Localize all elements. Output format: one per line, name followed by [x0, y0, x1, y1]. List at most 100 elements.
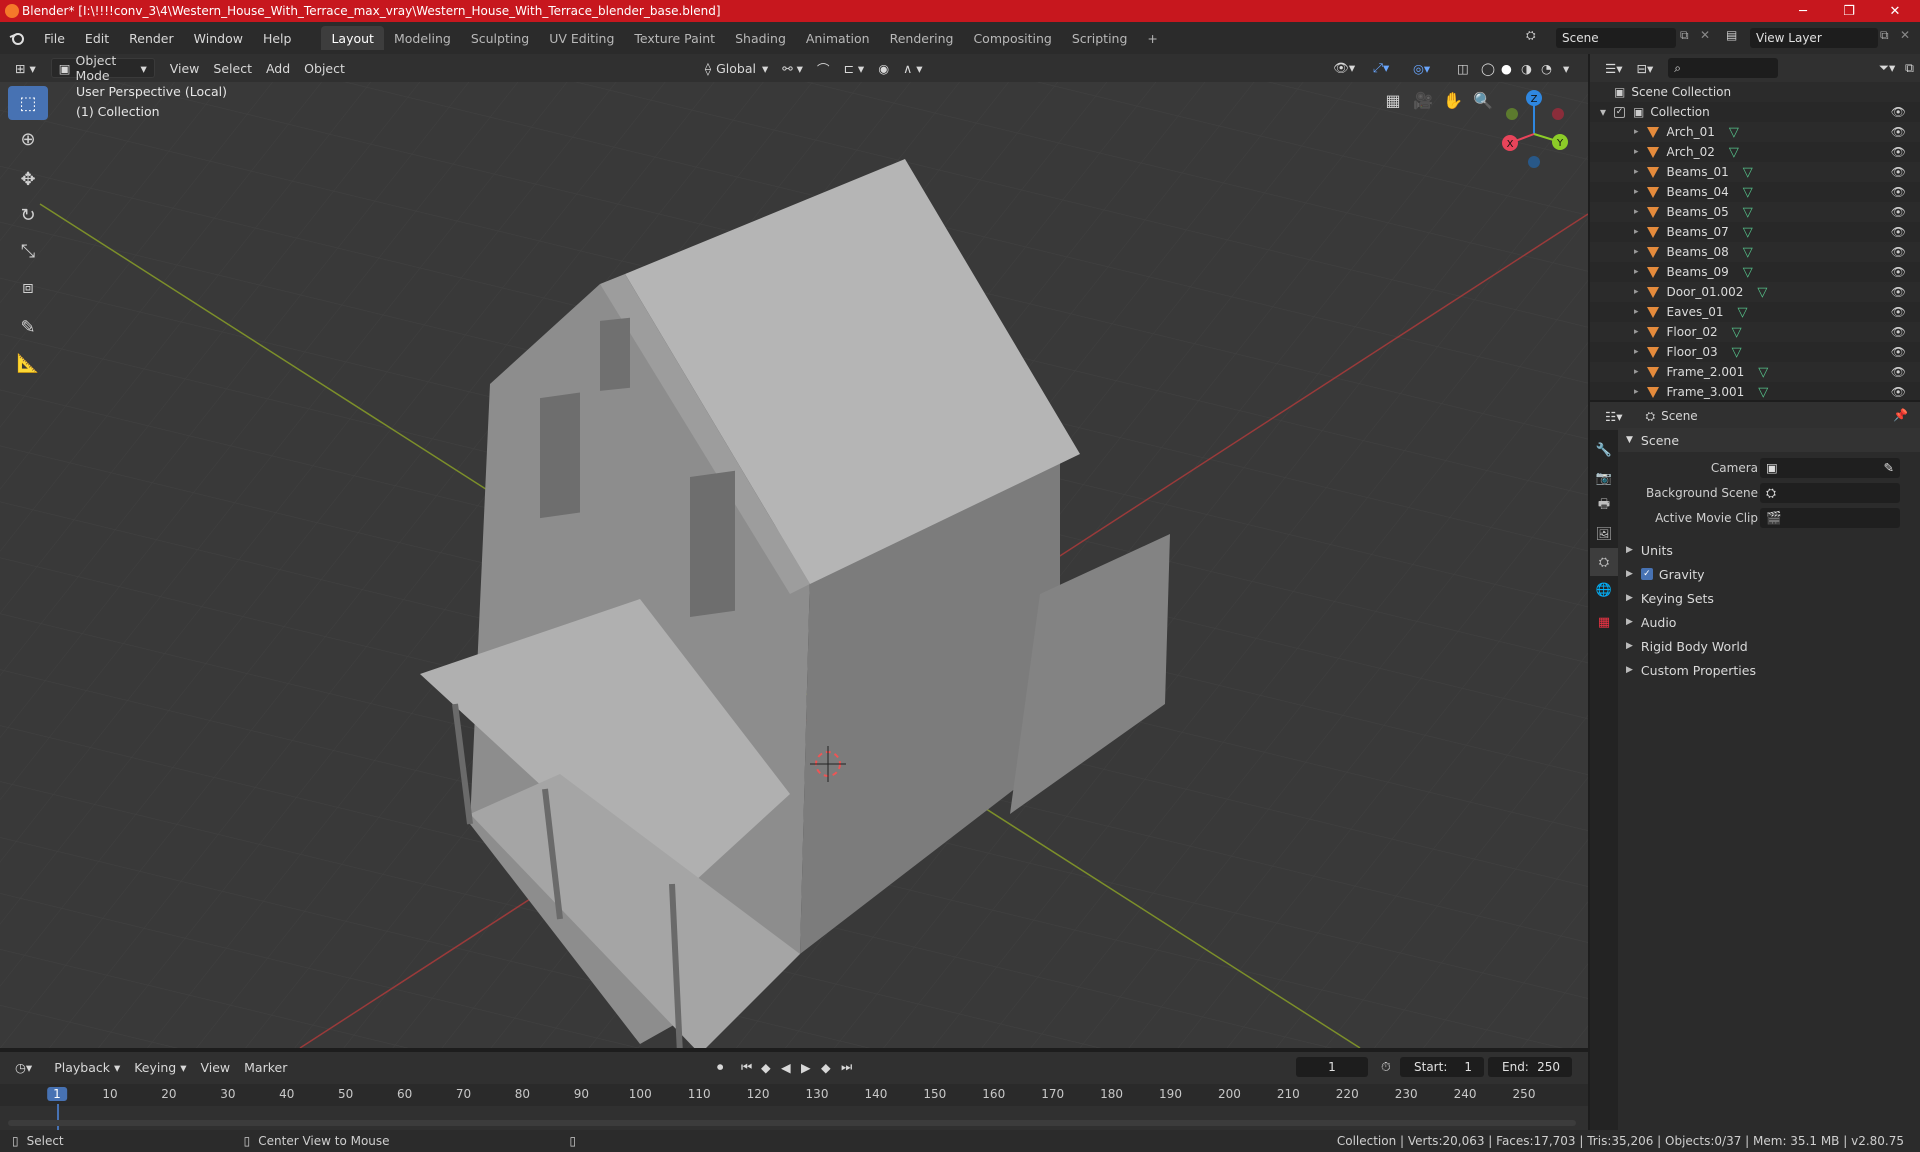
- outliner-item[interactable]: ▸ Floor_03 ▽ 👁: [1590, 342, 1920, 362]
- view-layer-selector[interactable]: View Layer: [1750, 28, 1878, 48]
- outliner-item[interactable]: ▸ Beams_05 ▽ 👁: [1590, 202, 1920, 222]
- scene-collection-row[interactable]: ▣ Scene Collection: [1590, 82, 1920, 102]
- expand-arrow-icon[interactable]: ▸: [1634, 267, 1639, 277]
- tab-shading[interactable]: Shading: [725, 26, 796, 50]
- texture-tab-icon[interactable]: ▦: [1590, 608, 1618, 636]
- gravity-checkbox[interactable]: ✓: [1640, 568, 1653, 580]
- view-layer-tab-icon[interactable]: 🖼: [1590, 520, 1618, 548]
- menu-edit[interactable]: Edit: [75, 22, 119, 54]
- timeline-ruler[interactable]: 1 10 20 30 40 50 60 70 80 90 100 110 120 130 140 150 160…: [0, 1084, 1588, 1130]
- tool-tab-icon[interactable]: 🔧: [1590, 436, 1618, 464]
- menu-timeline-view[interactable]: View: [193, 1057, 237, 1077]
- xray-toggle-icon[interactable]: ◫: [1450, 58, 1476, 78]
- expand-arrow-icon[interactable]: ▾: [1600, 105, 1606, 119]
- expand-arrow-icon[interactable]: ▸: [1634, 367, 1639, 377]
- visibility-eye-icon[interactable]: 👁: [1891, 125, 1906, 139]
- visibility-eye-icon[interactable]: 👁: [1891, 185, 1906, 199]
- expand-arrow-icon[interactable]: ▸: [1634, 247, 1639, 257]
- current-frame-marker[interactable]: 1: [47, 1087, 67, 1101]
- visibility-eye-icon[interactable]: 👁: [1891, 245, 1906, 259]
- playhead-line[interactable]: [57, 1104, 59, 1130]
- mesh-data-icon[interactable]: ▽: [1729, 145, 1739, 160]
- scene-tab-icon[interactable]: ⛭: [1590, 548, 1618, 576]
- outliner-item[interactable]: ▸ Frame_3.001 ▽ 👁: [1590, 382, 1920, 402]
- falloff-icon[interactable]: ∧ ▾: [896, 58, 929, 78]
- eyedropper-icon[interactable]: ✎: [1884, 460, 1894, 475]
- mesh-data-icon[interactable]: ▽: [1743, 225, 1753, 240]
- pin-icon[interactable]: 📌: [1893, 408, 1908, 422]
- snap-icon[interactable]: ⌒: [810, 58, 837, 78]
- start-frame-field[interactable]: Start: 1: [1400, 1057, 1484, 1077]
- outliner-search-input[interactable]: ⌕: [1668, 58, 1779, 78]
- shading-options-icon[interactable]: ▾: [1556, 58, 1576, 78]
- visibility-eye-icon[interactable]: 👁: [1891, 385, 1906, 399]
- mesh-data-icon[interactable]: ▽: [1758, 385, 1768, 400]
- menu-add[interactable]: Add: [259, 58, 297, 78]
- tab-texture-paint[interactable]: Texture Paint: [624, 26, 725, 50]
- menu-help[interactable]: Help: [253, 22, 302, 54]
- mesh-data-icon[interactable]: ▽: [1743, 265, 1753, 280]
- visibility-icon[interactable]: 👁▾: [1326, 58, 1362, 78]
- scene-panel-header[interactable]: ▼ Scene: [1618, 428, 1920, 452]
- transform-tool-icon[interactable]: ⧈: [8, 270, 48, 304]
- visibility-eye-icon[interactable]: 👁: [1891, 145, 1906, 159]
- collection-checkbox[interactable]: ✓: [1614, 106, 1626, 118]
- add-workspace-button[interactable]: +: [1137, 26, 1167, 50]
- outliner-item[interactable]: ▸ Door_01.002 ▽ 👁: [1590, 282, 1920, 302]
- visibility-eye-icon[interactable]: 👁: [1891, 165, 1906, 179]
- mesh-data-icon[interactable]: ▽: [1743, 165, 1753, 180]
- select-box-tool-icon[interactable]: ⬚: [8, 86, 48, 120]
- collection-row[interactable]: ▾ ✓ ▣ Collection 👁: [1590, 102, 1920, 122]
- subpanel-header[interactable]: ▶ Rigid Body World: [1626, 634, 1916, 658]
- tab-sculpting[interactable]: Sculpting: [461, 26, 539, 50]
- mesh-data-icon[interactable]: ▽: [1743, 245, 1753, 260]
- expand-arrow-icon[interactable]: ▸: [1634, 167, 1639, 177]
- new-view-layer-icon[interactable]: ⧉: [1880, 28, 1889, 43]
- pan-view-icon[interactable]: ✋: [1439, 86, 1467, 114]
- outliner-item[interactable]: ▸ Eaves_01 ▽ 👁: [1590, 302, 1920, 322]
- jump-end-icon[interactable]: ⏭: [834, 1057, 859, 1077]
- visibility-eye-icon[interactable]: 👁: [1891, 305, 1906, 319]
- blender-menu-icon[interactable]: [0, 30, 34, 46]
- preview-range-icon[interactable]: ⏱: [1374, 1057, 1398, 1077]
- measure-tool-icon[interactable]: 📐: [8, 346, 48, 380]
- timeline-scrollbar[interactable]: [8, 1120, 1576, 1126]
- annotate-tool-icon[interactable]: ✎: [8, 310, 48, 344]
- scene-selector[interactable]: Scene: [1556, 28, 1676, 48]
- menu-object[interactable]: Object: [297, 58, 352, 78]
- outliner-item[interactable]: ▸ Frame_2.001 ▽ 👁: [1590, 362, 1920, 382]
- snap-target-icon[interactable]: ⊏ ▾: [836, 58, 871, 78]
- menu-marker[interactable]: Marker: [237, 1057, 294, 1077]
- tab-rendering[interactable]: Rendering: [880, 26, 964, 50]
- expand-arrow-icon[interactable]: ▸: [1634, 187, 1639, 197]
- menu-keying[interactable]: Keying ▾: [127, 1057, 193, 1077]
- background-scene-field[interactable]: ⛭: [1760, 483, 1900, 503]
- minimize-button[interactable]: ─: [1780, 0, 1826, 22]
- mesh-data-icon[interactable]: ▽: [1732, 345, 1742, 360]
- visibility-eye-icon[interactable]: 👁: [1891, 105, 1906, 119]
- expand-arrow-icon[interactable]: ▸: [1634, 207, 1639, 217]
- outliner-item[interactable]: ▸ Arch_02 ▽ 👁: [1590, 142, 1920, 162]
- move-tool-icon[interactable]: ✥: [8, 162, 48, 196]
- menu-window[interactable]: Window: [184, 22, 253, 54]
- mesh-data-icon[interactable]: ▽: [1743, 205, 1753, 220]
- pivot-point-icon[interactable]: ⚯ ▾: [775, 58, 810, 78]
- mesh-data-icon[interactable]: ▽: [1737, 305, 1747, 320]
- world-tab-icon[interactable]: 🌐: [1590, 576, 1618, 604]
- timeline-editor-type-icon[interactable]: ◷▾: [8, 1057, 39, 1077]
- cursor-tool-icon[interactable]: ⊕: [8, 122, 48, 156]
- expand-arrow-icon[interactable]: ▸: [1634, 127, 1639, 137]
- outliner-item[interactable]: ▸ Beams_07 ▽ 👁: [1590, 222, 1920, 242]
- close-button[interactable]: ✕: [1872, 0, 1918, 22]
- visibility-eye-icon[interactable]: 👁: [1891, 325, 1906, 339]
- camera-field[interactable]: ▣ ✎: [1760, 458, 1900, 478]
- proportional-edit-icon[interactable]: ◉: [871, 58, 896, 78]
- outliner-item[interactable]: ▸ Beams_01 ▽ 👁: [1590, 162, 1920, 182]
- expand-arrow-icon[interactable]: ▸: [1634, 227, 1639, 237]
- outliner-item[interactable]: ▸ Arch_01 ▽ 👁: [1590, 122, 1920, 142]
- mesh-data-icon[interactable]: ▽: [1743, 185, 1753, 200]
- outliner-editor-type-icon[interactable]: ☰▾: [1598, 58, 1629, 78]
- visibility-eye-icon[interactable]: 👁: [1891, 205, 1906, 219]
- mesh-data-icon[interactable]: ▽: [1757, 285, 1767, 300]
- mesh-data-icon[interactable]: ▽: [1729, 125, 1739, 140]
